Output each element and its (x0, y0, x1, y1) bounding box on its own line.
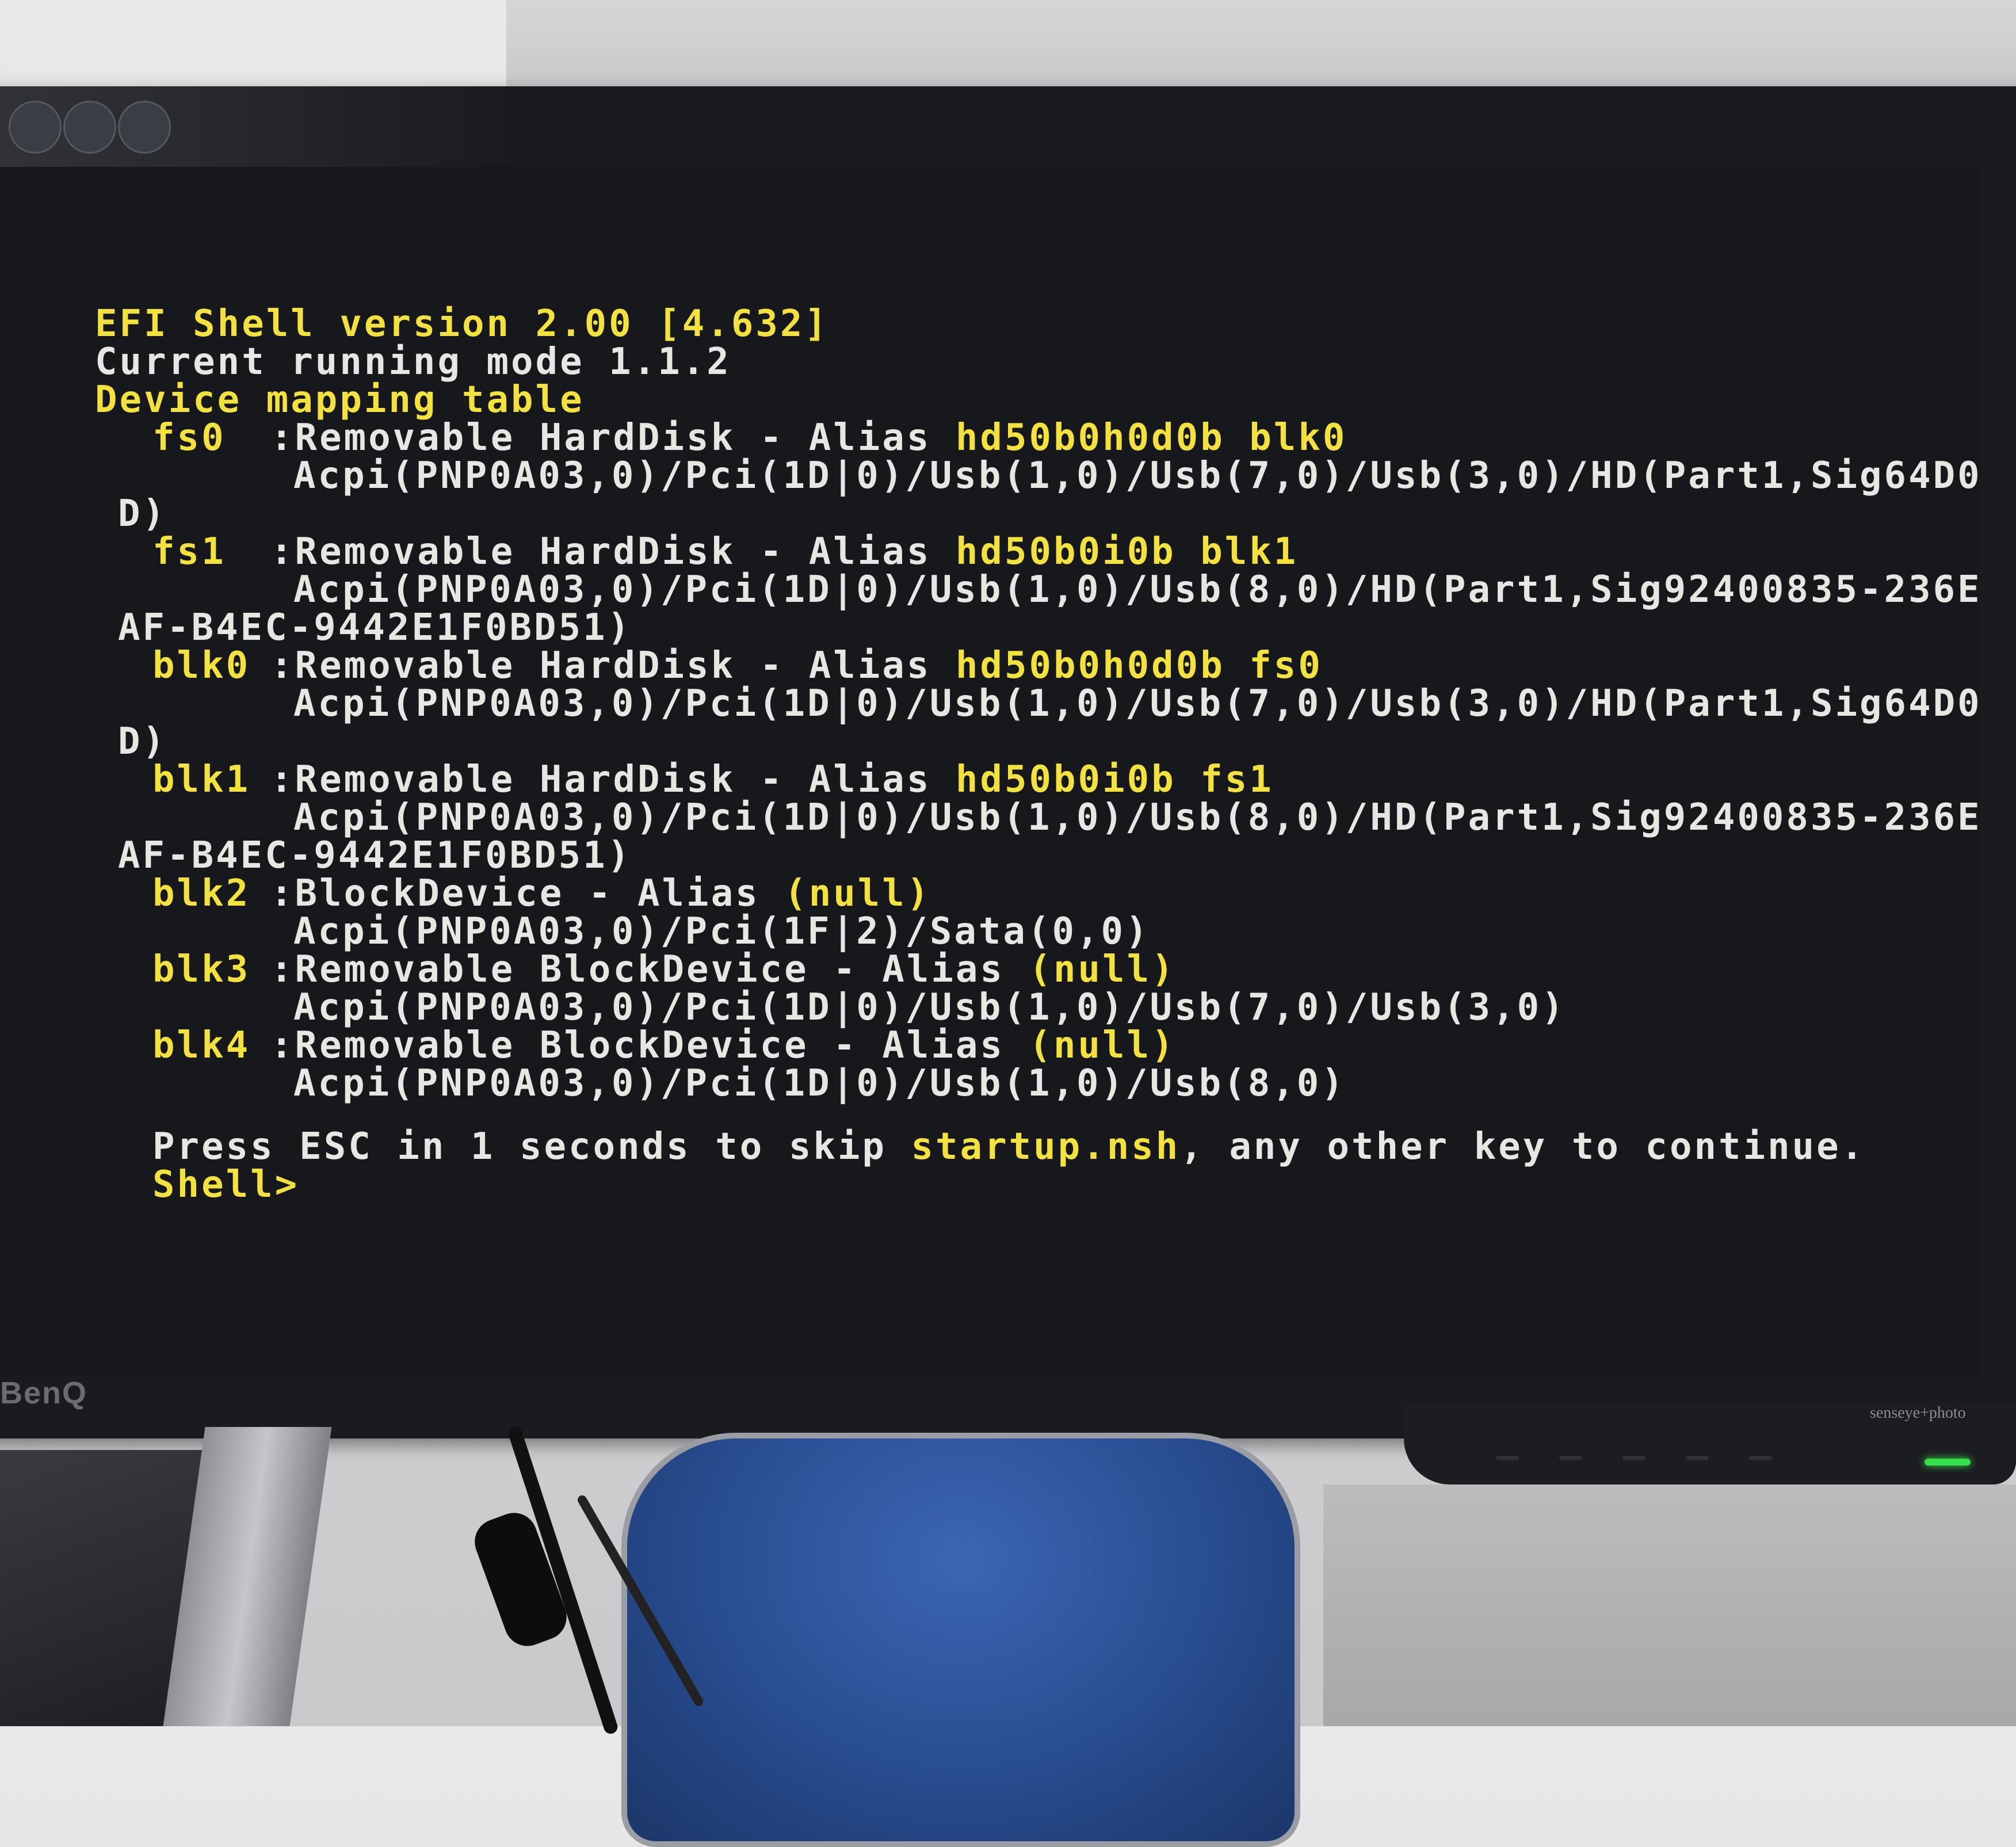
device-description: :Removable HardDisk - Alias (270, 417, 956, 459)
device-alias: (null) (1029, 1024, 1176, 1067)
device-name: blk3 (152, 948, 251, 991)
device-path: Acpi(PNP0A03,0)/Pci(1D|0)/Usb(1,0)/Usb(8… (293, 568, 1979, 611)
reflection-icon-3 (118, 101, 171, 154)
device-alias: (null) (1029, 948, 1176, 991)
device-row: fs1 :Removable HardDisk - Alias hd50b0i0b… (152, 533, 1979, 571)
device-name: blk0 (152, 644, 251, 687)
terminal-text: EFI Shell version 2.00 [4.632] (95, 303, 829, 345)
device-path: Acpi(PNP0A03,0)/Pci(1D|0)/Usb(1,0)/Usb(8… (293, 796, 1979, 839)
terminal-text: Current running mode 1.1.2 (95, 341, 731, 383)
office-chair (621, 1433, 1300, 1847)
reflection-icon-2 (63, 101, 116, 154)
device-path-continued: D) (118, 720, 167, 763)
device-row: blk1 :Removable HardDisk - Alias hd50b0i0… (152, 761, 1979, 799)
device-description: :BlockDevice - Alias (270, 872, 785, 915)
device-row: blk0 :Removable HardDisk - Alias hd50b0h0… (152, 647, 1979, 685)
device-name: fs1 (152, 531, 226, 573)
device-row: fs0 :Removable HardDisk - Alias hd50b0h0d… (152, 419, 1979, 457)
monitor-button[interactable] (1496, 1456, 1519, 1460)
power-led (1925, 1459, 1971, 1466)
startup-text: , any other key to continue. (1180, 1125, 1866, 1168)
device-alias: hd50b0i0b blk1 (955, 531, 1299, 573)
monitor-button[interactable] (1686, 1456, 1709, 1460)
device-path-continued: AF-B4EC-9442E1F0BD51) (118, 606, 632, 649)
device-row: blk4 :Removable BlockDevice - Alias (null… (152, 1026, 1979, 1064)
device-row: blk2 :BlockDevice - Alias (null) (152, 875, 1979, 913)
device-description: :Removable BlockDevice - Alias (270, 1024, 1029, 1067)
device-description: :Removable HardDisk - Alias (270, 758, 956, 801)
monitor-button[interactable] (1622, 1456, 1645, 1460)
device-path-continued: AF-B4EC-9442E1F0BD51) (118, 834, 632, 877)
device-path: Acpi(PNP0A03,0)/Pci(1D|0)/Usb(1,0)/Usb(7… (293, 986, 1566, 1029)
startup-script-name: startup.nsh (911, 1125, 1181, 1168)
device-alias: hd50b0i0b fs1 (955, 758, 1274, 801)
device-path: Acpi(PNP0A03,0)/Pci(1D|0)/Usb(1,0)/Usb(7… (293, 455, 1979, 497)
startup-text: Press ESC in 1 seconds to skip (152, 1125, 911, 1168)
device-name: blk1 (152, 758, 251, 801)
monitor-button[interactable] (1749, 1456, 1772, 1460)
background-floor (1323, 1485, 2016, 1726)
device-name: blk2 (152, 872, 251, 915)
terminal-line: Current running mode 1.1.2 (95, 343, 1979, 381)
startup-message: Press ESC in 1 seconds to skip startup.n… (152, 1128, 1979, 1166)
device-path: Acpi(PNP0A03,0)/Pci(1D|0)/Usb(1,0)/Usb(7… (293, 682, 1979, 725)
senseye-badge: senseye+photo (1870, 1404, 1966, 1422)
monitor-button[interactable] (1559, 1456, 1582, 1460)
device-alias: hd50b0h0d0b blk0 (955, 417, 1347, 459)
device-alias: hd50b0h0d0b fs0 (955, 644, 1323, 687)
terminal-line: Device mapping table (95, 381, 1979, 419)
monitor-buttons (1496, 1456, 1864, 1467)
terminal-text: Device mapping table (95, 379, 585, 421)
monitor-screen: EFI Shell version 2.00 [4.632] Current ru… (0, 167, 1979, 1375)
device-path: Acpi(PNP0A03,0)/Pci(1F|2)/Sata(0,0) (293, 910, 1150, 953)
reflection-icon-1 (9, 101, 62, 154)
device-row: blk3 :Removable BlockDevice - Alias (null… (152, 951, 1979, 989)
efi-shell-terminal[interactable]: EFI Shell version 2.00 [4.632] Current ru… (95, 305, 1979, 1204)
terminal-line: EFI Shell version 2.00 [4.632] (95, 305, 1979, 343)
device-alias: (null) (784, 872, 931, 915)
device-name: blk4 (152, 1024, 251, 1067)
device-path: Acpi(PNP0A03,0)/Pci(1D|0)/Usb(1,0)/Usb(8… (293, 1062, 1346, 1105)
device-path-continued: D) (118, 493, 167, 535)
device-name: fs0 (152, 417, 226, 459)
device-description: :Removable BlockDevice - Alias (270, 948, 1029, 991)
brand-logo: BenQ (0, 1376, 88, 1410)
device-description: :Removable HardDisk - Alias (270, 531, 956, 573)
shell-prompt[interactable]: Shell> (152, 1166, 1979, 1204)
device-description: :Removable HardDisk - Alias (270, 644, 956, 687)
